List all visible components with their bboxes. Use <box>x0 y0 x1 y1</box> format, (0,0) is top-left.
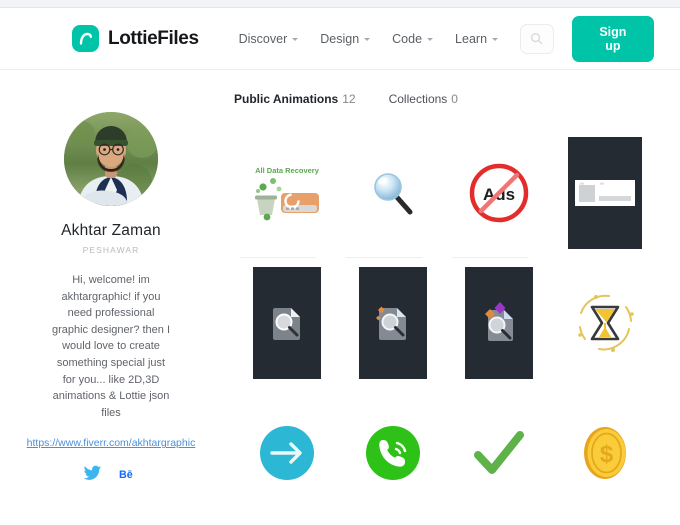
chevron-down-icon <box>492 38 499 41</box>
nav-item-label: Code <box>392 31 423 46</box>
file-search-gems-icon <box>485 302 513 341</box>
svg-text:$: $ <box>600 441 614 468</box>
phone-call-icon <box>366 426 420 480</box>
dark-thumbnail <box>253 267 321 379</box>
brand-name: LottieFiles <box>108 27 199 49</box>
site-header: LottieFiles Discover Design Code Learn S… <box>0 8 680 70</box>
animation-card-arrow-right[interactable] <box>234 388 340 518</box>
nav-item-label: Design <box>320 31 360 46</box>
profile-location: PESHAWAR <box>82 245 140 255</box>
dark-thumbnail <box>568 137 642 249</box>
magnifier-icon <box>374 173 413 215</box>
social-links: Bē <box>83 465 139 482</box>
checkmark-icon <box>474 431 524 474</box>
gallery-tabs: Public Animations 12 Collections 0 <box>222 92 658 106</box>
tab-label: Collections <box>388 92 448 106</box>
avatar[interactable] <box>64 112 158 206</box>
animation-card-all-data-recovery[interactable]: All Data Recovery All Data Recovery <box>234 128 340 258</box>
chevron-down-icon <box>427 38 434 41</box>
tab-count: 12 <box>342 92 356 106</box>
search-icon <box>531 32 543 45</box>
lottiefiles-profile-page: LottieFiles Discover Design Code Learn S… <box>0 0 680 525</box>
animation-card-file-search-gray[interactable] <box>234 258 340 388</box>
tab-label: Public Animations <box>234 92 339 106</box>
page-content: Akhtar Zaman PESHAWAR Hi, welcome! im ak… <box>0 70 680 518</box>
tab-collections[interactable]: Collections 0 <box>389 92 458 106</box>
avatar-photo <box>64 112 158 206</box>
animation-card-dollar-coin[interactable]: $ <box>552 388 658 518</box>
animations-grid: All Data Recovery All Data Recovery <box>222 128 658 518</box>
dark-thumbnail <box>359 267 427 379</box>
file-search-sparkle-icon <box>376 306 406 340</box>
animation-card-magnifier[interactable] <box>340 128 446 258</box>
animation-card-phone-call[interactable] <box>340 388 446 518</box>
animation-card-notification[interactable] <box>552 128 658 258</box>
animation-card-file-search-orange[interactable] <box>340 258 446 388</box>
no-ads-icon: Ads <box>469 163 529 223</box>
dark-thumbnail <box>465 267 533 379</box>
brand-logo[interactable]: LottieFiles <box>72 25 199 52</box>
tab-count: 0 <box>451 92 458 106</box>
main-navigation: Discover Design Code Learn <box>239 31 499 46</box>
profile-external-link[interactable]: https://www.fiverr.com/akhtargraphic <box>21 437 202 449</box>
dollar-coin-icon: $ <box>584 427 626 479</box>
svg-text:All Data Recovery: All Data Recovery <box>255 166 320 175</box>
animation-card-checkmark[interactable] <box>446 388 552 518</box>
file-search-icon <box>273 308 300 340</box>
lottie-logo-icon <box>72 25 99 52</box>
svg-text:Bē: Bē <box>119 469 133 481</box>
animation-card-no-ads[interactable]: Ads <box>446 128 552 258</box>
animation-card-hourglass[interactable] <box>552 258 658 388</box>
tab-public-animations[interactable]: Public Animations 12 <box>234 92 356 106</box>
twitter-icon[interactable] <box>83 465 102 482</box>
browser-chrome-strip <box>0 0 680 8</box>
profile-sidebar: Akhtar Zaman PESHAWAR Hi, welcome! im ak… <box>0 86 222 518</box>
search-input[interactable] <box>520 23 554 54</box>
behance-icon[interactable]: Bē <box>119 466 139 482</box>
data-recovery-icon: All Data Recovery <box>255 166 320 221</box>
nav-item-label: Discover <box>238 31 288 46</box>
profile-bio: Hi, welcome! im akhtargraphic! if you ne… <box>51 274 171 419</box>
chevron-down-icon <box>292 38 299 41</box>
nav-item-design[interactable]: Design <box>320 31 371 46</box>
hourglass-icon <box>578 294 634 352</box>
nav-item-label: Learn <box>455 31 488 46</box>
nav-item-learn[interactable]: Learn <box>455 31 499 46</box>
sign-up-button[interactable]: Sign up <box>571 15 654 62</box>
animations-gallery: Public Animations 12 Collections 0 All Dat… <box>222 86 680 518</box>
nav-item-code[interactable]: Code <box>392 31 434 46</box>
chevron-down-icon <box>364 38 371 41</box>
notification-card-icon <box>575 180 635 206</box>
nav-item-discover[interactable]: Discover <box>239 32 299 46</box>
profile-name: Akhtar Zaman <box>61 222 161 239</box>
animation-card-file-search-purple[interactable] <box>446 258 552 388</box>
arrow-right-circle-icon <box>260 426 314 480</box>
